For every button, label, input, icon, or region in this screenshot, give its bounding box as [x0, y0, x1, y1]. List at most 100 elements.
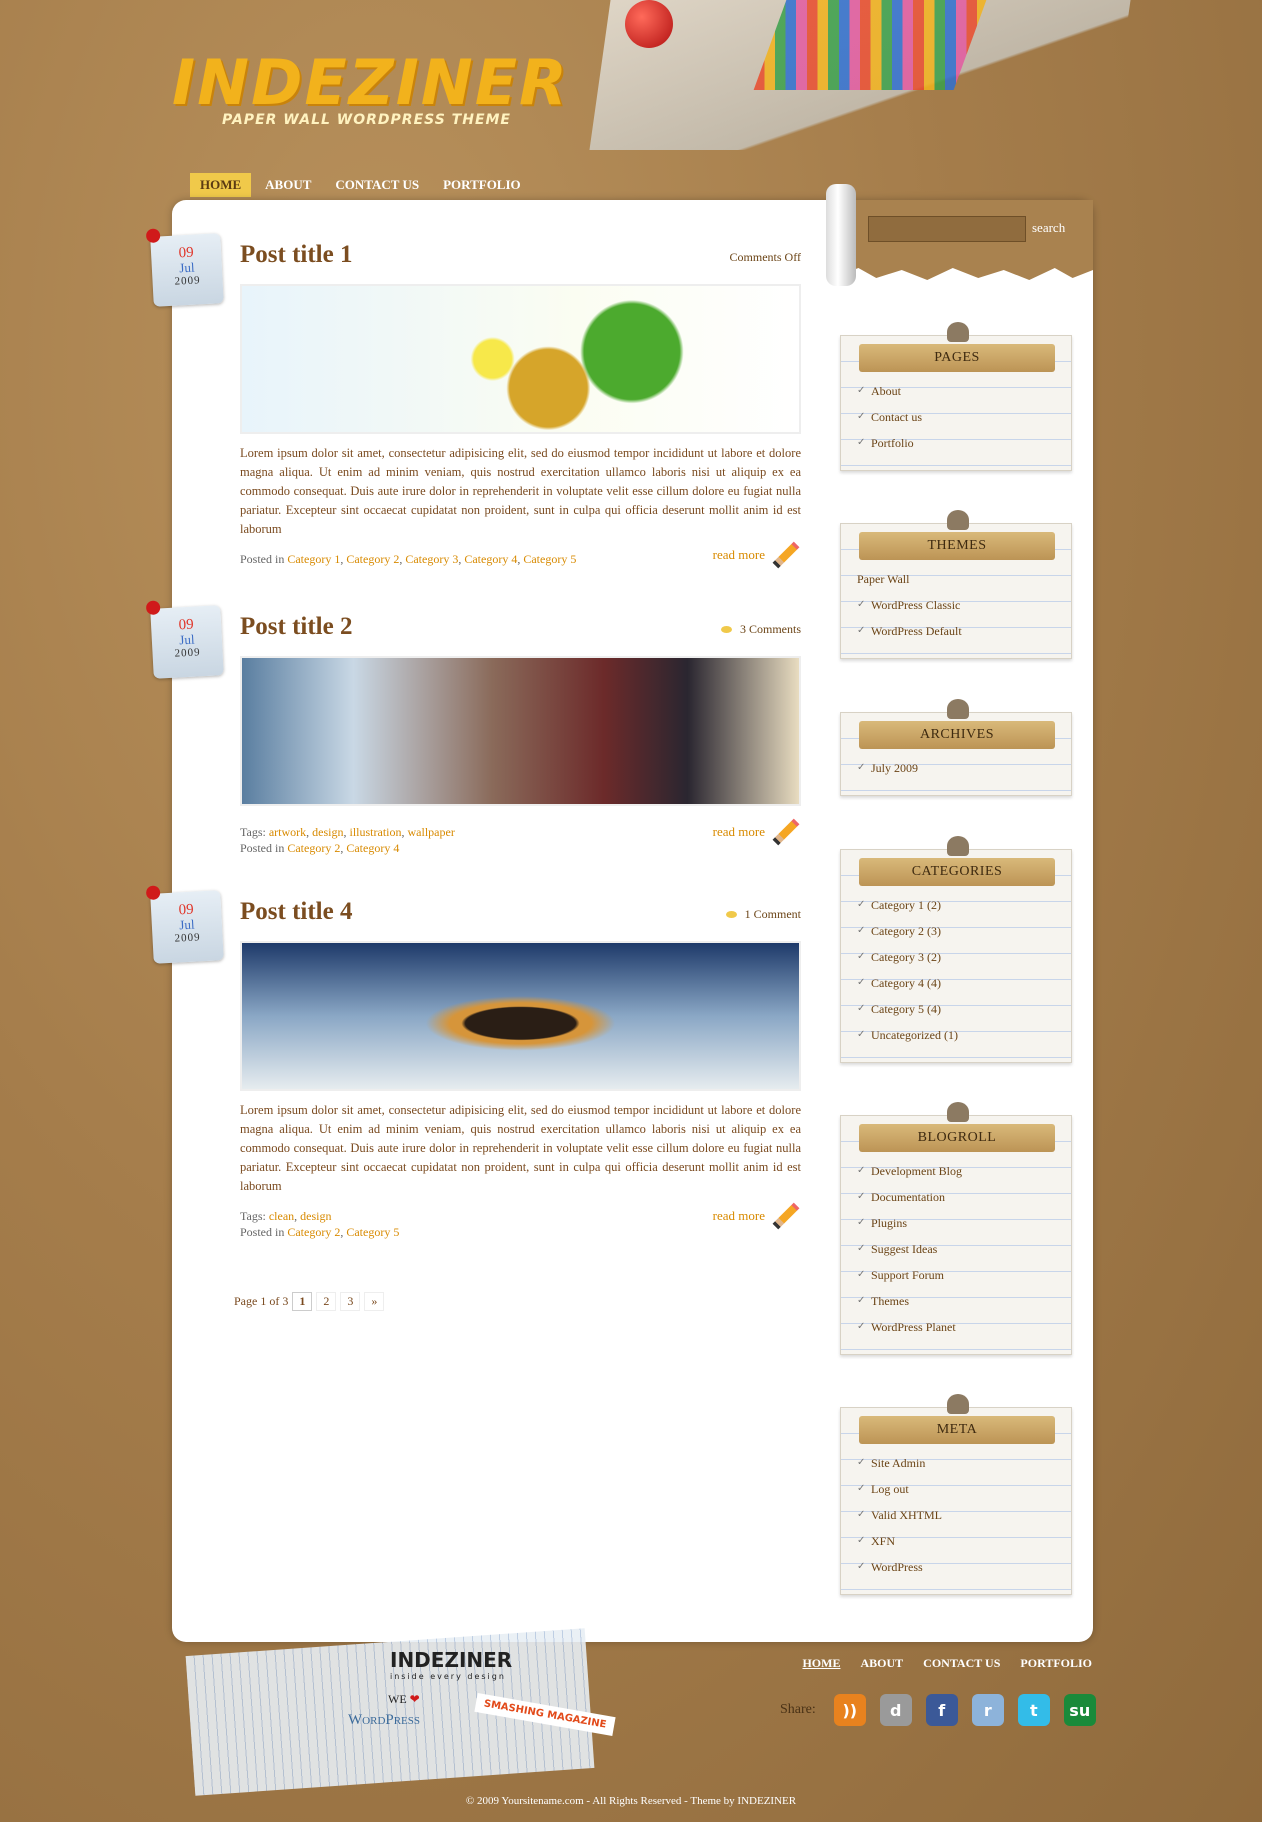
widget-link[interactable]: Uncategorized (1) — [855, 1022, 1057, 1048]
read-more-link[interactable]: read more — [713, 541, 801, 569]
nav-contact-us[interactable]: CONTACT US — [325, 173, 429, 197]
footer-nav-portfolio[interactable]: PORTFOLIO — [1020, 1656, 1092, 1671]
widget-link[interactable]: Development Blog — [855, 1158, 1057, 1184]
posted-in-label: Posted in — [240, 841, 285, 855]
widget-link[interactable]: WordPress Default — [855, 618, 1057, 644]
widget-link[interactable]: July 2009 — [855, 755, 1057, 781]
widget-link[interactable]: Themes — [855, 1288, 1057, 1314]
tag-link[interactable]: design — [300, 1209, 331, 1223]
page-3[interactable]: 3 — [340, 1292, 361, 1311]
tag-link[interactable]: artwork — [269, 825, 306, 839]
category-link[interactable]: Category 4 — [464, 552, 517, 566]
post-image[interactable] — [240, 284, 801, 434]
category-link[interactable]: Category 5 — [346, 1225, 399, 1239]
footer-brand-logo[interactable]: INDEZINER inside every design — [390, 1648, 512, 1681]
widget-title: META — [859, 1416, 1055, 1444]
paper-curl-decoration — [826, 184, 856, 286]
facebook-icon[interactable]: f — [925, 1694, 958, 1726]
category-link[interactable]: Category 2 — [346, 552, 399, 566]
read-more-link[interactable]: read more — [712, 1202, 801, 1230]
post-meta: Posted in Category 1, Category 2, Catego… — [240, 541, 801, 583]
pin-icon — [145, 885, 161, 901]
footer-nav-about[interactable]: ABOUT — [860, 1656, 903, 1671]
date-badge: 09 Jul 2009 — [145, 600, 224, 679]
widget-link[interactable]: Plugins — [855, 1210, 1057, 1236]
tag-link[interactable]: clean — [269, 1209, 294, 1223]
widget-link[interactable]: Category 1 (2) — [855, 892, 1057, 918]
page-1[interactable]: 1 — [292, 1292, 313, 1311]
clip-icon — [947, 1394, 969, 1414]
we-love-text: WE ❤ — [388, 1692, 420, 1707]
widget-link[interactable]: WordPress Planet — [855, 1314, 1057, 1340]
post-title[interactable]: Post title 2 — [240, 612, 801, 642]
categories-line: Posted in Category 2, Category 4 — [240, 841, 400, 855]
comments-count: 3 Comments — [739, 622, 801, 636]
category-link[interactable]: Category 2 — [287, 1225, 340, 1239]
rss-icon[interactable]: )) — [833, 1694, 866, 1726]
category-link[interactable]: Category 5 — [523, 552, 576, 566]
stumbleupon-icon[interactable]: su — [1063, 1694, 1096, 1726]
post-image[interactable] — [240, 656, 801, 806]
next-page[interactable]: » — [364, 1292, 385, 1311]
read-more-link[interactable]: read more — [713, 818, 801, 846]
page-summary: Page 1 of 3 — [234, 1294, 289, 1308]
nav-about[interactable]: ABOUT — [255, 173, 321, 197]
widget-link[interactable]: Site Admin — [855, 1450, 1057, 1476]
post: 09 Jul 2009 Post title 23 Comments Tags: art… — [145, 600, 801, 856]
nav-home[interactable]: HOME — [190, 173, 252, 197]
we-text: WE — [388, 1692, 407, 1706]
widget-link[interactable]: WordPress Classic — [855, 592, 1057, 618]
widget-link[interactable]: Suggest Ideas — [855, 1236, 1057, 1262]
widget-link[interactable]: Log out — [855, 1476, 1057, 1502]
post-image[interactable] — [240, 941, 801, 1091]
copyright: © 2009 Yoursitename.com - All Rights Res… — [465, 1795, 797, 1807]
widget-link[interactable]: Category 3 (2) — [855, 944, 1057, 970]
site-logo[interactable]: INDEZINER PAPER WALL WORDPRESS THEME — [172, 52, 567, 132]
post-title[interactable]: Post title 1 — [240, 240, 801, 270]
widget-link[interactable]: Paper Wall — [855, 566, 1057, 592]
nav-portfolio[interactable]: PORTFOLIO — [433, 173, 531, 197]
widget-link[interactable]: About — [855, 378, 1057, 404]
widget-link[interactable]: Support Forum — [855, 1262, 1057, 1288]
comments-link[interactable]: 1 Comment — [725, 907, 801, 922]
comments-count: 1 Comment — [744, 907, 801, 921]
tags-label: Tags: — [240, 1209, 266, 1223]
search-button[interactable]: search — [1032, 220, 1065, 236]
footer-nav-home[interactable]: HOME — [802, 1656, 840, 1671]
comments-link[interactable]: Comments Off — [730, 250, 801, 265]
category-link[interactable]: Category 4 — [346, 841, 399, 855]
category-link[interactable]: Category 3 — [405, 552, 458, 566]
reddit-icon[interactable]: r — [971, 1694, 1004, 1726]
category-link[interactable]: Category 1 — [287, 552, 340, 566]
footer-nav: HOME ABOUT CONTACT US PORTFOLIO — [802, 1656, 1092, 1671]
comments-link[interactable]: 3 Comments — [720, 622, 801, 637]
clip-icon — [947, 836, 969, 856]
widget-link[interactable]: Category 2 (3) — [855, 918, 1057, 944]
main-nav: HOME ABOUT CONTACT US PORTFOLIO — [190, 173, 535, 197]
tag-link[interactable]: design — [312, 825, 343, 839]
clip-icon — [947, 699, 969, 719]
tag-link[interactable]: wallpaper — [408, 825, 455, 839]
search-input[interactable] — [868, 216, 1026, 242]
widget-archives: ARCHIVES July 2009 — [840, 699, 1072, 796]
widget-link[interactable]: Valid XHTML — [855, 1502, 1057, 1528]
widget-link[interactable]: WordPress — [855, 1554, 1057, 1580]
pagination: Page 1 of 3 1 2 3» — [234, 1292, 385, 1311]
category-link[interactable]: Category 2 — [287, 841, 340, 855]
widget-link[interactable]: Portfolio — [855, 430, 1057, 456]
heart-icon: ❤ — [409, 1692, 420, 1706]
footer-nav-contact-us[interactable]: CONTACT US — [923, 1656, 1000, 1671]
read-more-label: read more — [712, 1208, 765, 1223]
posted-in-label: Posted in — [240, 552, 285, 566]
tag-link[interactable]: illustration — [350, 825, 402, 839]
twitter-icon[interactable]: t — [1017, 1694, 1050, 1726]
delicious-icon[interactable]: d — [879, 1694, 912, 1726]
post-title[interactable]: Post title 4 — [240, 897, 801, 927]
widget-link[interactable]: Category 5 (4) — [855, 996, 1057, 1022]
widget-link[interactable]: Contact us — [855, 404, 1057, 430]
widget-link[interactable]: Documentation — [855, 1184, 1057, 1210]
wordpress-logo[interactable]: WordPress — [348, 1712, 420, 1729]
widget-link[interactable]: Category 4 (4) — [855, 970, 1057, 996]
widget-link[interactable]: XFN — [855, 1528, 1057, 1554]
page-2[interactable]: 2 — [316, 1292, 337, 1311]
